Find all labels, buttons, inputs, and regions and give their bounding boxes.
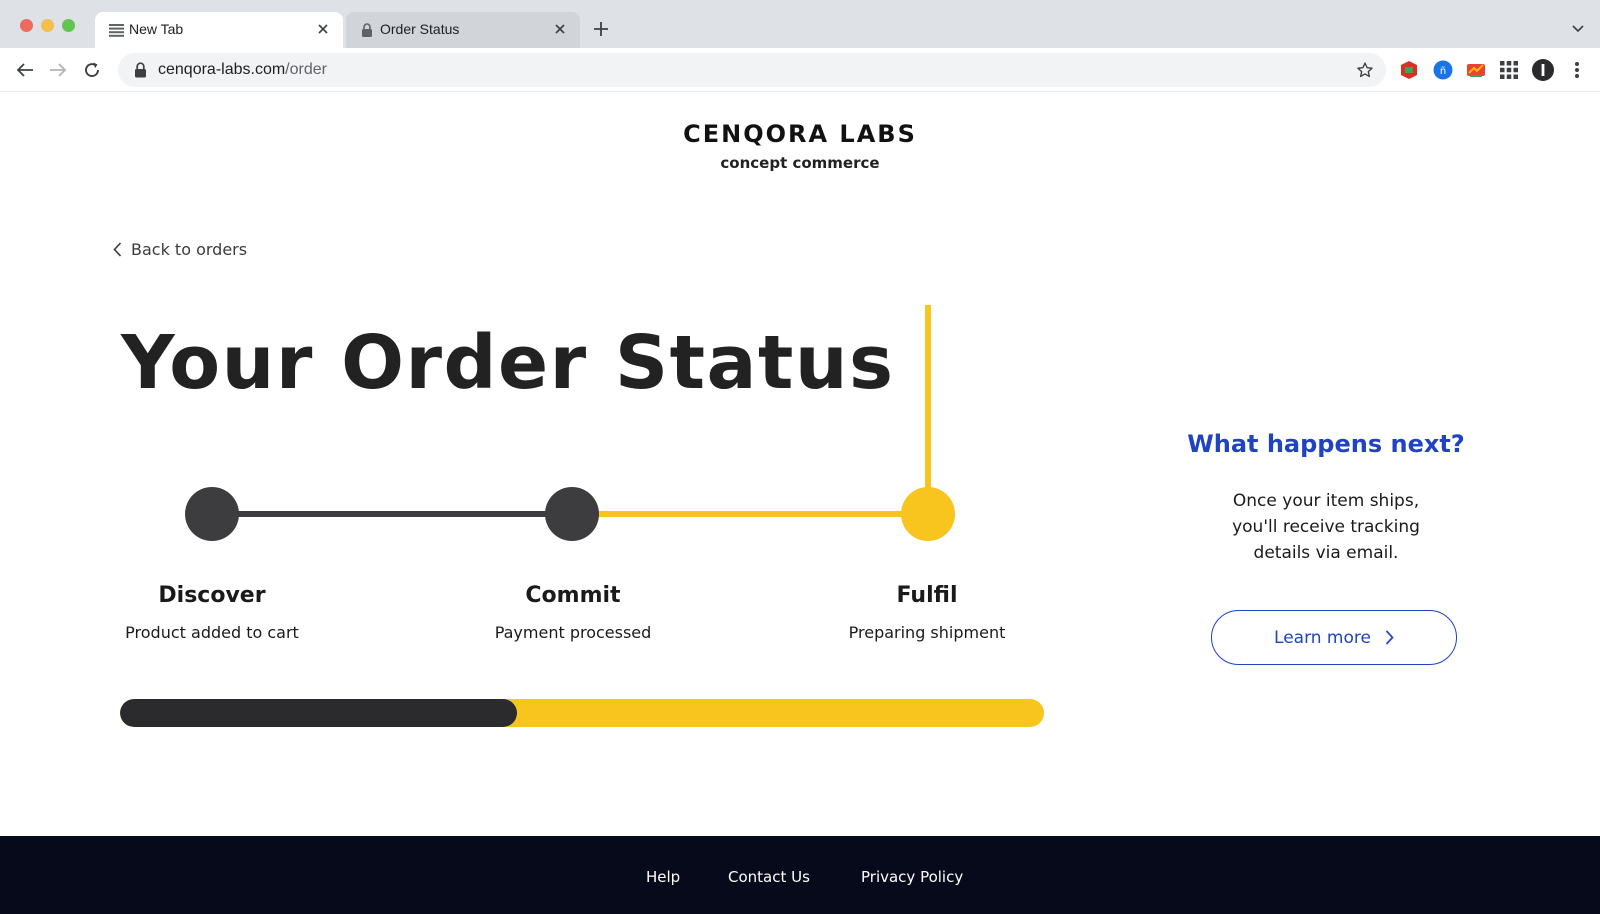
chevron-left-icon (113, 242, 122, 257)
window-close-button[interactable] (20, 19, 33, 32)
brand-tagline: concept commerce (720, 154, 880, 172)
tab-list-icon (108, 22, 124, 38)
close-icon[interactable] (315, 21, 331, 37)
svg-text:ñ: ñ (1440, 66, 1446, 77)
step-description-commit: Payment processed (494, 623, 652, 642)
lock-icon (359, 22, 375, 38)
step-description-fulfil: Preparing shipment (848, 623, 1006, 642)
url-path: /order (285, 61, 327, 78)
menu-kebab-icon[interactable] (1566, 59, 1588, 81)
learn-more-label: Learn more (1274, 627, 1371, 648)
back-to-orders-link[interactable]: Back to orders (113, 240, 247, 259)
step-dot-commit (545, 487, 599, 541)
learn-more-button[interactable]: Learn more (1211, 610, 1457, 665)
tab-new-tab[interactable]: New Tab (95, 12, 343, 48)
back-link-label: Back to orders (131, 240, 248, 259)
chevron-down-icon[interactable] (1570, 20, 1586, 36)
browser-toolbar: cenqora-labs.com/order ñ (0, 48, 1600, 92)
window-zoom-button[interactable] (62, 19, 75, 32)
forward-arrow-icon[interactable] (46, 58, 70, 82)
apps-grid-icon[interactable] (1498, 59, 1520, 81)
brand-header: CENQORA LABS concept commerce (0, 120, 1600, 172)
back-arrow-icon[interactable] (13, 58, 37, 82)
next-steps-title: What happens next? (1187, 430, 1465, 458)
step-name-commit: Commit (525, 583, 621, 608)
next-steps-panel: What happens next? Once your item ships,… (1170, 430, 1482, 566)
chevron-right-icon (1385, 630, 1394, 645)
new-tab-plus-icon[interactable] (590, 18, 612, 40)
lock-icon[interactable] (134, 62, 150, 78)
step-dot-fulfil (901, 487, 955, 541)
next-steps-body: Once your item ships, you'll receive tra… (1232, 491, 1420, 563)
progress-fill-complete (120, 699, 518, 727)
url-text: cenqora-labs.com/order (158, 61, 327, 79)
step-description-discover: Product added to cart (125, 623, 299, 642)
order-progress-bar (120, 699, 1044, 727)
star-icon[interactable] (1356, 61, 1374, 79)
brand-name: CENQORA LABS (683, 120, 917, 148)
step-dot-discover (185, 487, 239, 541)
extension-analytics-icon[interactable] (1465, 59, 1487, 81)
browser-tab-strip: New Tab Order Status (0, 0, 1600, 48)
address-bar[interactable]: cenqora-labs.com/order (118, 53, 1386, 87)
tab-title: New Tab (129, 21, 184, 37)
close-icon[interactable] (552, 21, 568, 37)
window-minimize-button[interactable] (41, 19, 54, 32)
extension-translate-icon[interactable]: ñ (1432, 59, 1454, 81)
tab-title: Order Status (380, 21, 460, 37)
tab-order-status[interactable]: Order Status (346, 12, 580, 48)
site-footer: Help Contact Us Privacy Policy (0, 836, 1600, 914)
page-title: Your Order Status (121, 320, 895, 406)
footer-link-help[interactable]: Help (646, 868, 680, 886)
profile-icon[interactable] (1532, 59, 1554, 81)
footer-link-contact-us[interactable]: Contact Us (728, 868, 810, 886)
footer-link-privacy-policy[interactable]: Privacy Policy (861, 868, 963, 886)
step-name-fulfil: Fulfil (896, 583, 958, 608)
url-host: cenqora-labs.com (158, 61, 286, 78)
reload-icon[interactable] (80, 58, 104, 82)
step-name-discover: Discover (158, 583, 266, 608)
extension-shield-icon[interactable] (1398, 59, 1420, 81)
